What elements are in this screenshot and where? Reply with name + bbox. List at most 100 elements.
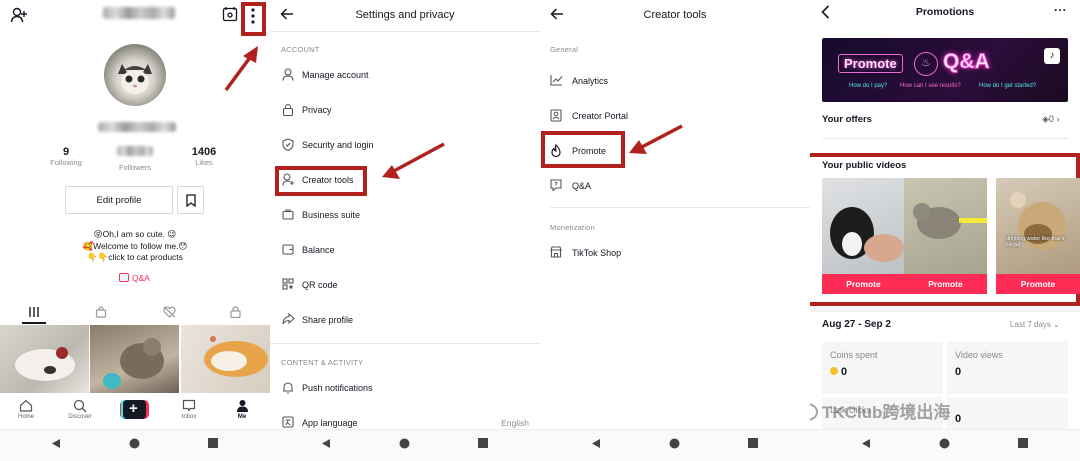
nav-home-icon[interactable] xyxy=(399,438,410,449)
liked-hidden-icon[interactable] xyxy=(163,306,176,318)
nav-home-icon[interactable] xyxy=(129,438,140,449)
section-account-label: ACCOUNT xyxy=(281,45,320,54)
qr-code-icon xyxy=(282,278,294,290)
row-share-profile[interactable]: Share profile xyxy=(270,311,540,331)
home-icon[interactable] xyxy=(19,399,33,412)
stat-following-count: 9 xyxy=(62,146,70,158)
tiktok-logo-icon: ♪ xyxy=(1044,48,1060,64)
promote-button[interactable]: Promote xyxy=(822,274,905,294)
stat-likes-count: 1406 xyxy=(191,146,217,158)
stat-fourth: 0 xyxy=(947,397,1068,431)
inbox-icon[interactable] xyxy=(182,399,196,412)
row-promote-label: Promote xyxy=(572,146,607,156)
video-thumbnail-1[interactable] xyxy=(0,325,89,393)
row-manage-account-label: Manage account xyxy=(302,70,369,80)
promotions-screen: Promotions ... Promote ♨ Q&A ♪ How do I … xyxy=(810,0,1080,461)
person-icon xyxy=(282,68,294,81)
wallet-icon xyxy=(282,243,294,255)
watermark-text: TKClub跨境出海 xyxy=(822,403,951,422)
range-select[interactable]: Last 7 days ⌄ xyxy=(1010,320,1060,329)
android-nav-bar xyxy=(270,429,540,461)
more-options-button[interactable]: ... xyxy=(1054,0,1067,14)
row-security-login-label: Security and login xyxy=(302,140,374,150)
videos-grid-icon[interactable] xyxy=(28,306,40,318)
row-qa[interactable]: Q&A xyxy=(540,177,810,197)
stat-following[interactable]: 9 Following xyxy=(36,146,96,167)
offers-divider xyxy=(822,138,1068,139)
row-qa-label: Q&A xyxy=(572,181,592,191)
video-caption: drinking water like that's illegal xyxy=(1006,236,1065,248)
add-friend-icon[interactable] xyxy=(10,6,28,24)
video-thumbnail-3[interactable] xyxy=(181,325,270,393)
me-icon[interactable] xyxy=(236,399,249,412)
row-tiktok-shop[interactable]: TikTok Shop xyxy=(540,244,810,264)
section-general-label: General xyxy=(550,45,579,54)
watermark: TKClub跨境出海 xyxy=(810,398,950,423)
section-divider xyxy=(550,207,810,208)
app-language-value: English xyxy=(501,418,529,428)
avatar[interactable] xyxy=(104,44,166,106)
flame-icon xyxy=(550,144,562,157)
nav-home-icon[interactable] xyxy=(669,438,680,449)
stat-likes-label: Likes xyxy=(195,158,213,167)
stat-followers[interactable]: Followers xyxy=(105,146,165,172)
stat-likes[interactable]: 1406 Likes xyxy=(174,146,234,167)
date-range-label: Aug 27 - Sep 2 xyxy=(822,319,891,330)
annotation-arrow-3 xyxy=(629,124,683,154)
shopping-bag-icon[interactable] xyxy=(95,306,107,318)
briefcase-icon xyxy=(282,208,294,220)
stat-fourth-value: 0 xyxy=(955,413,962,425)
nav-recents-icon[interactable] xyxy=(1018,438,1028,448)
active-tab-indicator xyxy=(22,322,46,324)
tab-me-label: Me xyxy=(237,414,247,420)
row-privacy[interactable]: Privacy xyxy=(270,101,540,121)
qa-link[interactable]: Q&A xyxy=(119,273,150,283)
banner-question-2: How can I see results? xyxy=(900,83,961,89)
annotation-arrow-1 xyxy=(224,46,258,92)
promote-button[interactable]: Promote xyxy=(904,274,987,294)
tab-home-label: Home xyxy=(17,414,34,420)
profile-screen: 9 Following Followers 1406 Likes Edit pr… xyxy=(0,0,270,461)
lock-icon xyxy=(282,103,294,116)
stat-followers-count-blurred xyxy=(117,146,153,156)
row-qr-code[interactable]: QR code xyxy=(270,276,540,296)
nav-back-icon[interactable] xyxy=(321,438,331,449)
promote-qa-banner[interactable]: Promote ♨ Q&A ♪ How do I pay? How can I … xyxy=(822,38,1068,102)
public-video-card-1[interactable]: Promote xyxy=(822,178,905,294)
row-business-suite[interactable]: Business suite xyxy=(270,206,540,226)
calendar-icon[interactable] xyxy=(222,6,238,22)
public-video-card-3[interactable]: drinking water like that's illegal Promo… xyxy=(996,178,1080,294)
promote-button[interactable]: Promote xyxy=(996,274,1080,294)
nav-home-icon[interactable] xyxy=(939,438,950,449)
stat-coins-spent-value: 0 xyxy=(830,366,847,378)
discover-icon[interactable] xyxy=(73,399,87,413)
row-push-notifications[interactable]: Push notifications xyxy=(270,379,540,399)
banner-question-1: How do I pay? xyxy=(849,83,888,89)
analytics-icon xyxy=(550,74,563,86)
nav-recents-icon[interactable] xyxy=(478,438,488,448)
bookmark-button[interactable] xyxy=(177,186,204,214)
nav-back-icon[interactable] xyxy=(861,438,871,449)
section-content-activity-label: CONTENT & ACTIVITY xyxy=(281,358,364,367)
more-vertical-icon[interactable] xyxy=(250,8,256,24)
nav-recents-icon[interactable] xyxy=(748,438,758,448)
offers-count[interactable]: ◈0 › xyxy=(1042,114,1059,125)
username-blurred xyxy=(103,7,175,19)
nav-back-icon[interactable] xyxy=(51,438,61,449)
android-nav-bar xyxy=(540,429,810,461)
section-divider xyxy=(270,343,540,344)
nav-recents-icon[interactable] xyxy=(208,438,218,448)
row-manage-account[interactable]: Manage account xyxy=(270,66,540,86)
row-balance[interactable]: Balance xyxy=(270,241,540,261)
create-button[interactable]: + xyxy=(120,400,149,419)
public-video-card-2[interactable]: Promote xyxy=(904,178,987,294)
bio-line-1: 😝Oh,I am so cute. 😉 xyxy=(93,229,177,239)
page-title: Promotions xyxy=(915,6,975,18)
video-thumbnail-2[interactable] xyxy=(90,325,179,393)
shop-icon xyxy=(550,246,562,258)
edit-profile-button[interactable]: Edit profile xyxy=(65,186,173,214)
lock-icon[interactable] xyxy=(230,306,241,318)
nav-back-icon[interactable] xyxy=(591,438,601,449)
row-analytics[interactable]: Analytics xyxy=(540,72,810,92)
banner-question-3: How do I get started? xyxy=(979,83,1037,89)
